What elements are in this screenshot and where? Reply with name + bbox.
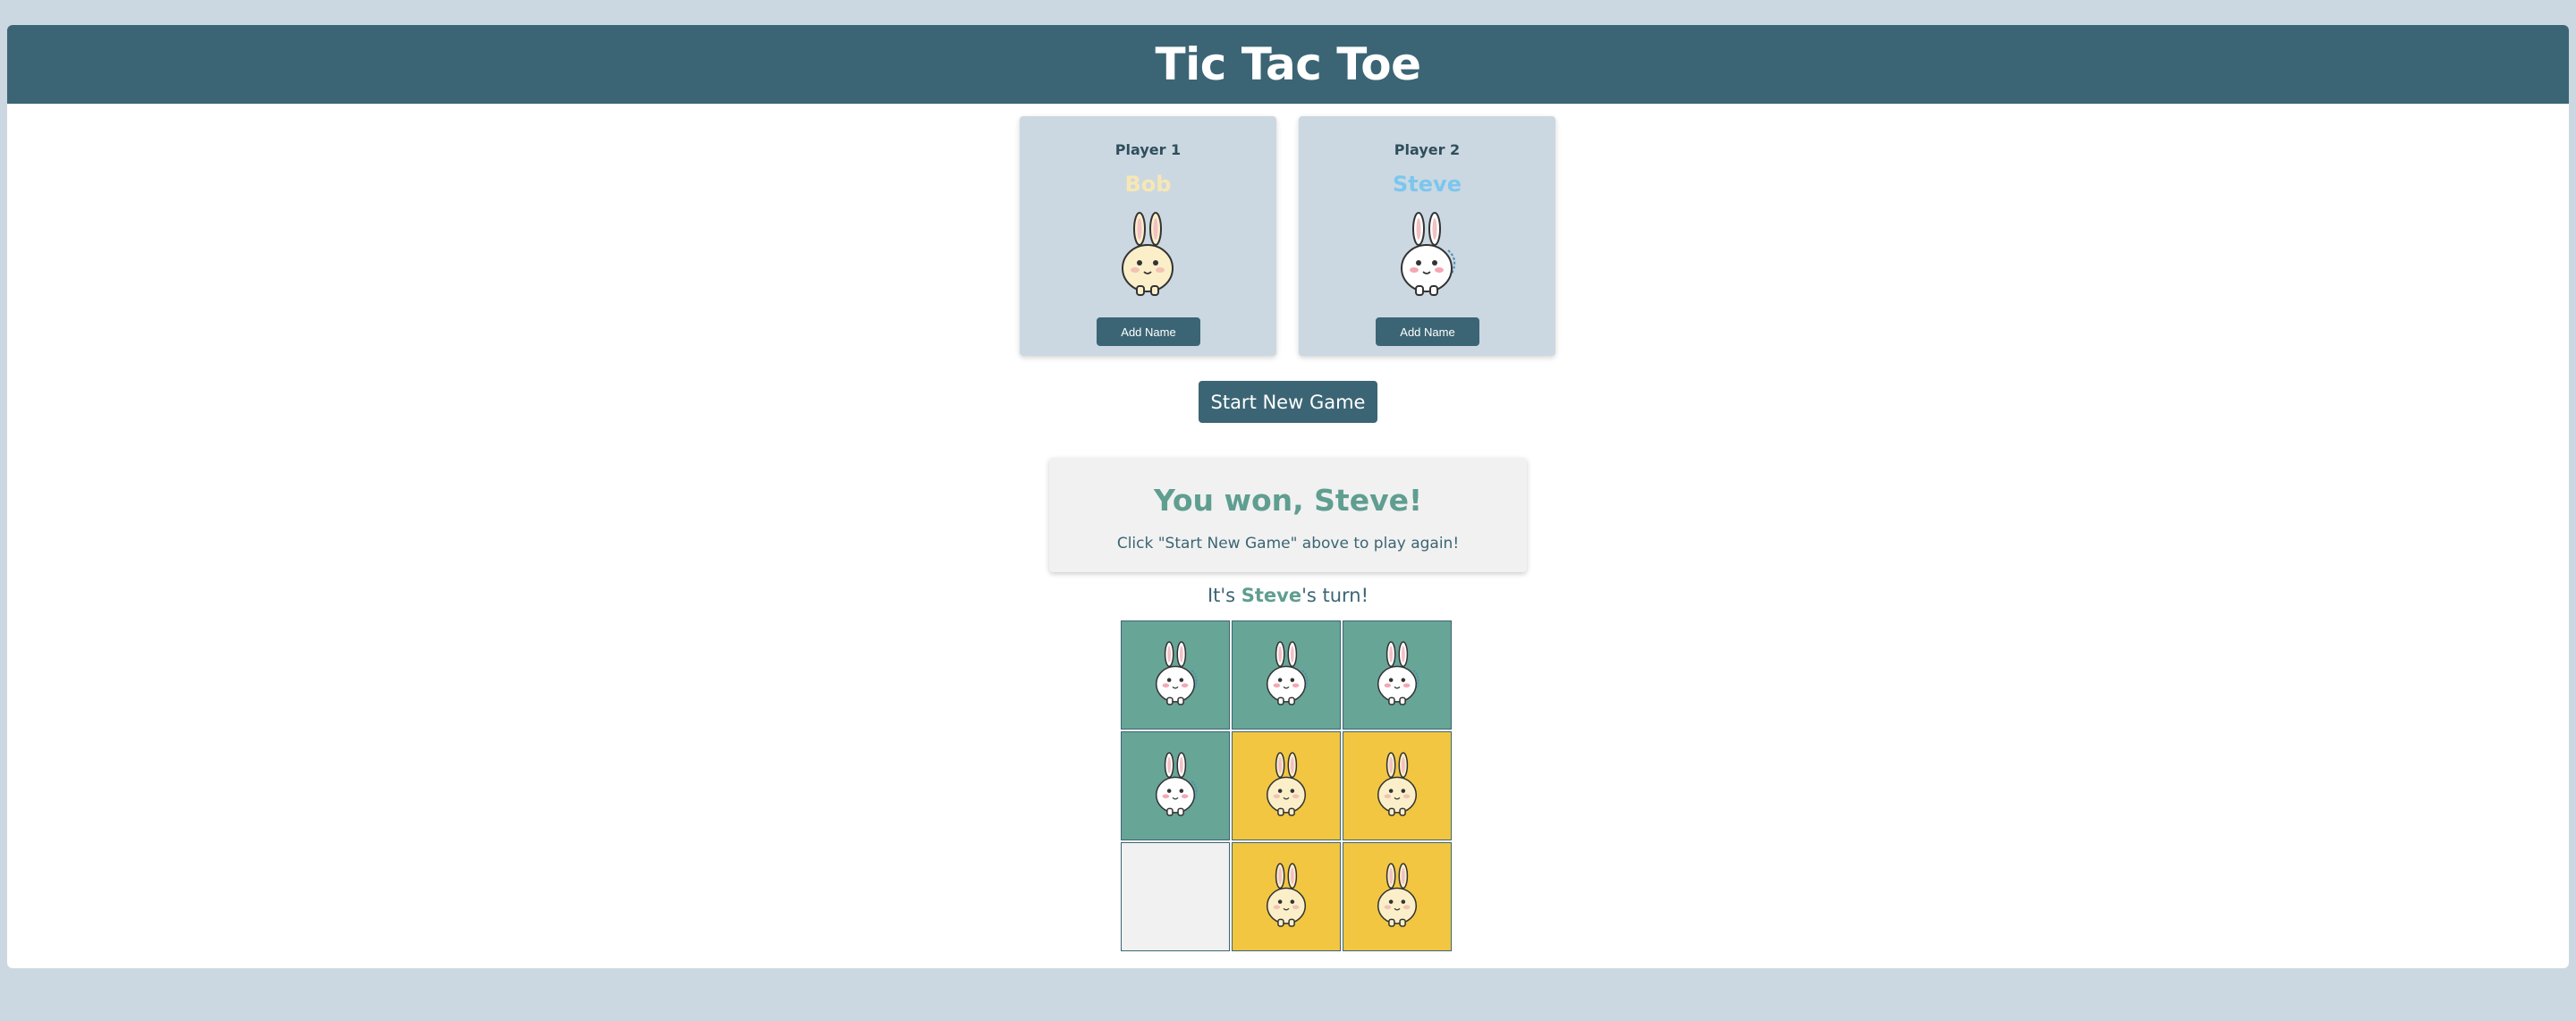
- board-cell-8[interactable]: [1232, 842, 1341, 951]
- turn-player-name: Steve: [1241, 585, 1302, 606]
- start-new-game-button[interactable]: Start New Game: [1199, 381, 1377, 423]
- result-subtitle: Click "Start New Game" above to play aga…: [1116, 535, 1460, 553]
- player-card-1: Player 1 Bob Add Name: [1020, 116, 1276, 356]
- app-window: Tic Tac Toe Player 1 Bob Add Name Player…: [7, 25, 2569, 968]
- result-title: You won, Steve!: [1153, 483, 1423, 518]
- white-bunny-icon: [1368, 639, 1426, 712]
- cream-bunny-icon: [1112, 209, 1183, 299]
- cream-bunny-icon: [1258, 861, 1315, 933]
- player-label: Player 1: [1114, 141, 1182, 158]
- header-bar: Tic Tac Toe: [7, 25, 2569, 104]
- cream-bunny-icon: [1368, 861, 1426, 933]
- white-bunny-icon: [1147, 639, 1204, 712]
- white-bunny-icon: [1147, 750, 1204, 823]
- add-name-button-player-1[interactable]: Add Name: [1097, 317, 1200, 346]
- result-panel: You won, Steve! Click "Start New Game" a…: [1049, 458, 1527, 572]
- player-label: Player 2: [1394, 141, 1461, 158]
- cream-bunny-icon: [1368, 750, 1426, 823]
- turn-prefix: It's: [1207, 585, 1241, 606]
- board-cell-7[interactable]: [1121, 842, 1230, 951]
- player-card-2: Player 2 Steve Add Name: [1299, 116, 1555, 356]
- board-cell-1[interactable]: [1121, 620, 1230, 730]
- add-name-button-player-2[interactable]: Add Name: [1376, 317, 1479, 346]
- page-title: Tic Tac Toe: [1155, 38, 1421, 90]
- white-bunny-icon: [1391, 209, 1462, 299]
- white-bunny-icon: [1258, 639, 1315, 712]
- player-name: Bob: [1124, 172, 1172, 197]
- turn-indicator: It's Steve's turn!: [7, 585, 2569, 606]
- player-name: Steve: [1393, 172, 1462, 197]
- game-board: [1121, 620, 1452, 951]
- turn-suffix: 's turn!: [1301, 585, 1369, 606]
- board-cell-3[interactable]: [1343, 620, 1452, 730]
- cream-bunny-icon: [1258, 750, 1315, 823]
- board-cell-6[interactable]: [1343, 731, 1452, 840]
- board-cell-9[interactable]: [1343, 842, 1452, 951]
- board-cell-5[interactable]: [1232, 731, 1341, 840]
- board-cell-2[interactable]: [1232, 620, 1341, 730]
- board-cell-4[interactable]: [1121, 731, 1230, 840]
